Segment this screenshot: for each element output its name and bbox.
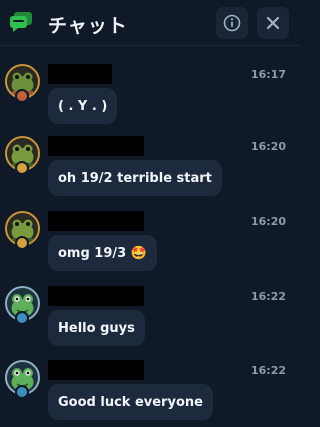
- rank-badge-icon: [15, 161, 29, 175]
- redacted-username: [48, 136, 144, 156]
- message-bubble: omg 19/3 🤩: [48, 235, 157, 271]
- message-bubble: Hello guys: [48, 310, 145, 346]
- info-icon: [223, 14, 241, 32]
- info-button[interactable]: [216, 7, 248, 39]
- rank-badge-icon: [15, 385, 29, 399]
- message-time: 16:22: [250, 290, 286, 303]
- rank-badge-icon: [15, 89, 29, 103]
- message-bubble: Good luck everyone: [48, 384, 213, 420]
- message-time: 16:20: [250, 140, 286, 153]
- redacted-username: [48, 360, 144, 380]
- redacted-username: [48, 211, 144, 231]
- close-icon: [266, 16, 280, 30]
- chat-header: チャット: [0, 0, 300, 46]
- message-time: 16:22: [250, 364, 286, 377]
- message-bubble: ( . Y . ): [48, 88, 118, 124]
- redacted-username: [48, 64, 112, 84]
- message-time: 16:20: [250, 215, 286, 228]
- redacted-username: [48, 286, 144, 306]
- rank-badge-icon: [15, 311, 29, 325]
- close-button[interactable]: [257, 7, 289, 39]
- chat-bubbles-icon: [10, 12, 32, 32]
- message-time: 16:17: [250, 68, 286, 81]
- message-bubble: oh 19/2 terrible start: [48, 160, 222, 196]
- page-title: チャット: [48, 15, 128, 37]
- message-list[interactable]: 16:17 ( . Y . ) 16:20 oh 19/2 terrible s…: [0, 46, 300, 427]
- rank-badge-icon: [15, 236, 29, 250]
